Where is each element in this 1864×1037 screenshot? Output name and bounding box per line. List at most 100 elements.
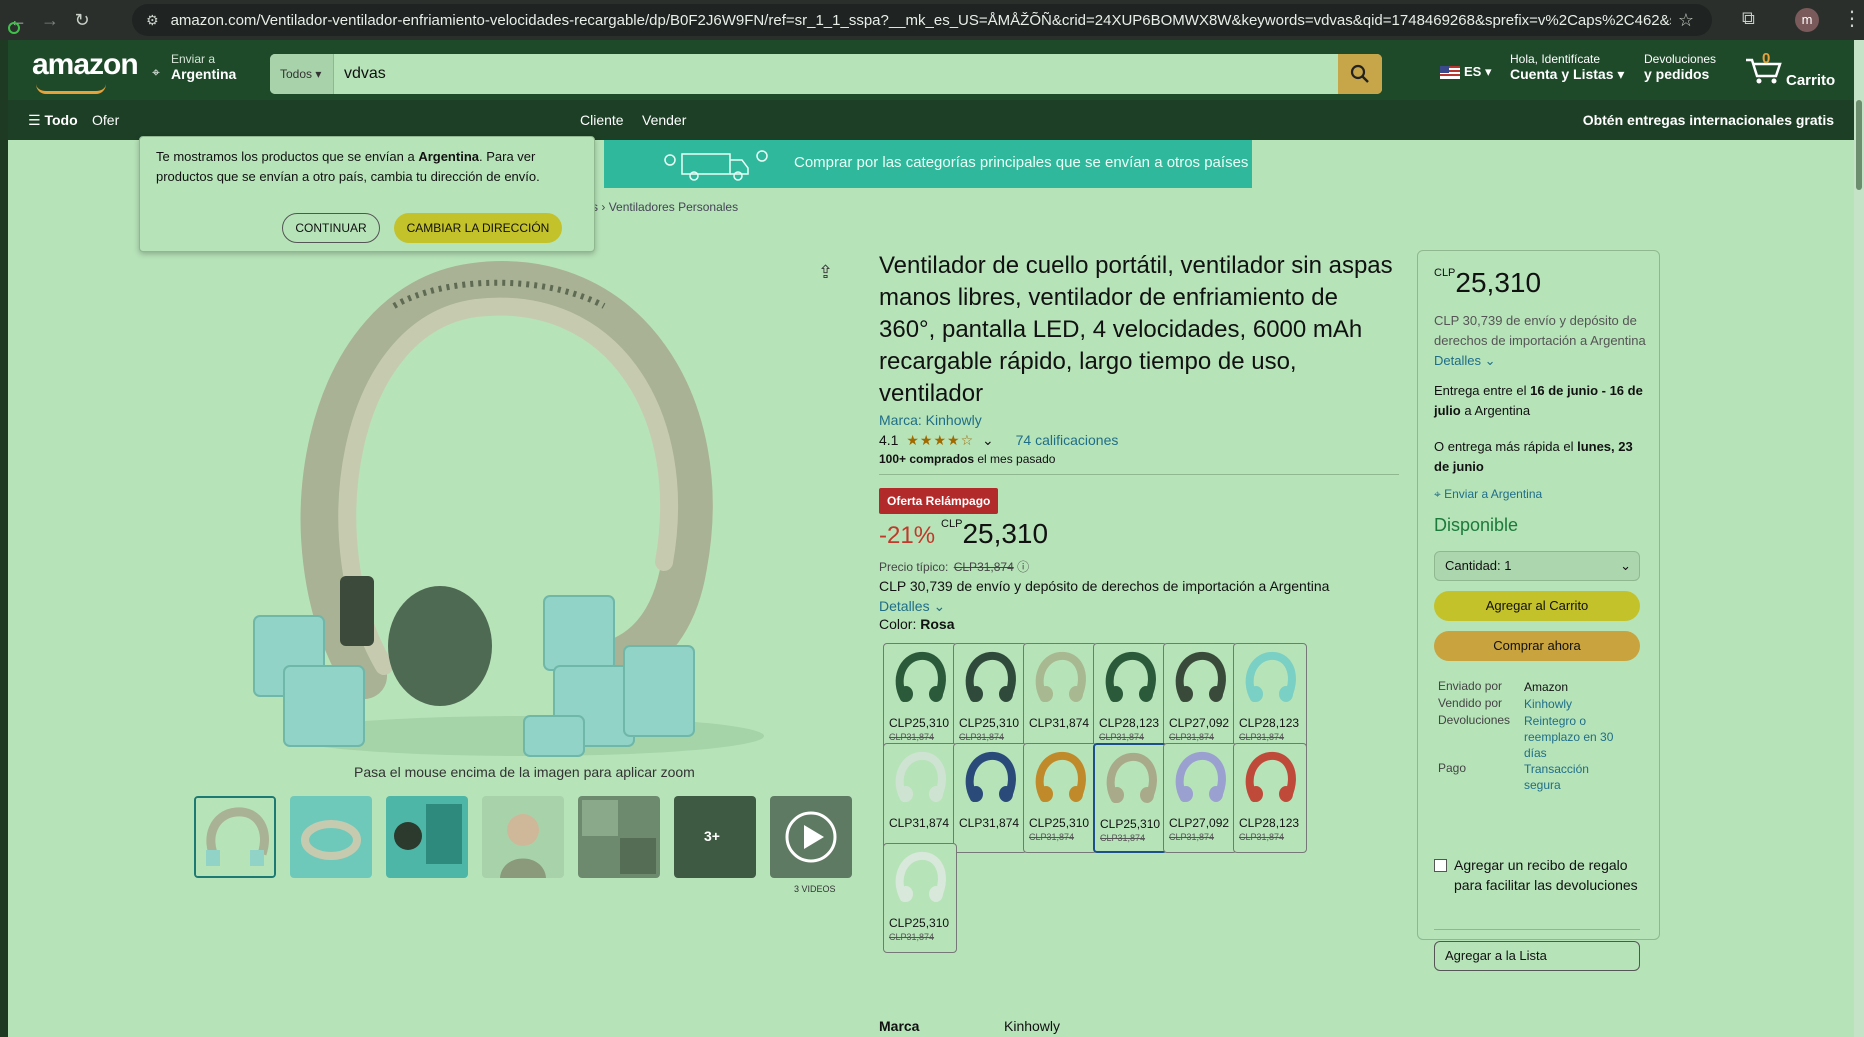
gift-receipt-checkbox[interactable]: [1434, 859, 1447, 872]
swatch-fan-icon: [965, 751, 1016, 802]
swatch-price: CLP25,310: [889, 716, 950, 730]
profile-avatar[interactable]: m: [1795, 8, 1819, 32]
swatch-fan-icon: [1106, 752, 1157, 803]
us-flag-icon: [1440, 66, 1460, 80]
share-icon[interactable]: ⇪: [818, 262, 833, 283]
color-swatch[interactable]: CLP28,123 CLP31,874: [1233, 643, 1307, 753]
thumbnail-more[interactable]: 3+: [674, 796, 756, 878]
returns-label: Devoluciones: [1644, 52, 1717, 66]
browser-menu-icon[interactable]: ⋮: [1842, 6, 1862, 31]
color-swatch[interactable]: CLP25,310 CLP31,874: [883, 643, 957, 753]
swatch-fan-icon: [965, 651, 1016, 702]
scrollbar-thumb[interactable]: [1856, 100, 1862, 190]
brand-link[interactable]: Marca: Kinhowly: [879, 412, 982, 428]
swatch-price: CLP25,310: [1100, 817, 1161, 831]
shipping-details-link[interactable]: Detalles ⌄: [879, 598, 945, 614]
returns-row: Devoluciones Reintegro o reemplazo en 30 …: [1438, 713, 1613, 760]
search-button[interactable]: [1338, 54, 1382, 94]
shipping-info: CLP 30,739 de envío y depósito de derech…: [879, 576, 1399, 616]
thumbnail-video[interactable]: [770, 796, 852, 878]
forward-icon[interactable]: →: [36, 6, 64, 34]
browser-toolbar: ← → ↻ ⚙ amazon.com/Ventilador-ventilador…: [0, 0, 1864, 40]
site-info-icon[interactable]: ⚙: [146, 12, 159, 29]
color-swatch[interactable]: CLP28,123 CLP31,874: [1093, 643, 1167, 753]
amazon-logo[interactable]: amazon: [32, 48, 139, 94]
thumbnail-4[interactable]: [482, 796, 564, 878]
color-swatch[interactable]: CLP31,874: [1023, 643, 1097, 753]
nav-item-offers[interactable]: Ofer: [92, 112, 119, 128]
bookmark-star-icon[interactable]: ☆: [1678, 10, 1694, 31]
returns-policy-link[interactable]: Reintegro o reemplazo en 30 días: [1524, 713, 1614, 761]
sold-by-link[interactable]: Kinhowly: [1524, 696, 1614, 712]
thumbnail-5[interactable]: [578, 796, 660, 878]
search-category-select[interactable]: Todos ▾: [270, 54, 334, 94]
color-swatch[interactable]: CLP25,310 CLP31,874: [953, 643, 1027, 753]
color-swatch[interactable]: CLP31,874: [883, 743, 957, 853]
color-swatch[interactable]: CLP28,123 CLP31,874: [1233, 743, 1307, 853]
thumbnail-2[interactable]: [290, 796, 372, 878]
buybox-amount: 25,310: [1455, 267, 1542, 298]
more-images-count: 3+: [704, 828, 720, 844]
product-main-image[interactable]: [244, 246, 804, 770]
availability: Disponible: [1434, 515, 1519, 535]
fast-delivery-prefix: O entrega más rápida el: [1434, 439, 1578, 454]
payment-link[interactable]: Transacción segura: [1524, 761, 1614, 793]
swatch-fan-icon: [895, 851, 946, 902]
extensions-icon[interactable]: ⧉: [1742, 8, 1755, 29]
add-to-cart-button[interactable]: Agregar al Carrito: [1434, 591, 1640, 621]
all-menu-button[interactable]: ☰ Todo: [28, 112, 78, 129]
account-lists[interactable]: Hola, Identifícate Cuenta y Listas ▾: [1510, 52, 1624, 83]
chevron-down-icon[interactable]: ⌄: [982, 432, 994, 448]
search-input[interactable]: [334, 54, 1324, 94]
international-categories-banner[interactable]: Comprar por las categorías principales q…: [604, 140, 1252, 188]
details-label: Detalles: [879, 598, 930, 614]
shipped-by-value: Amazon: [1524, 680, 1569, 694]
nav-item-sell[interactable]: Vender: [642, 112, 686, 128]
rating-count-link[interactable]: 74 calificaciones: [1016, 432, 1119, 448]
divider: [879, 474, 1399, 475]
color-swatch[interactable]: CLP31,874: [953, 743, 1027, 853]
swatch-price: CLP25,310: [889, 916, 950, 930]
swatch-fan-icon: [1035, 651, 1086, 702]
buybox-details-link[interactable]: Detalles ⌄: [1434, 353, 1495, 368]
typical-price-label: Precio típico:: [879, 560, 949, 574]
page-scrollbar[interactable]: [1854, 40, 1864, 1037]
spec-label-brand: Marca: [879, 1018, 920, 1034]
buybox-shipping-text: CLP 30,739 de envío y depósito de derech…: [1434, 313, 1646, 348]
thumbnail-3[interactable]: [386, 796, 468, 878]
change-address-button[interactable]: CAMBIAR LA DIRECCIÓN: [394, 213, 562, 243]
gift-receipt-label: Agregar un recibo de regalo para facilit…: [1454, 857, 1638, 893]
url-text: amazon.com/Ventilador-ventilador-enfriam…: [170, 11, 1671, 29]
color-swatch[interactable]: CLP27,092 CLP31,874: [1163, 743, 1237, 853]
color-swatch[interactable]: CLP27,092 CLP31,874: [1163, 643, 1237, 753]
buy-now-button[interactable]: Comprar ahora: [1434, 631, 1640, 661]
continue-button[interactable]: CONTINUAR: [282, 213, 380, 243]
info-icon[interactable]: ⓘ: [1017, 560, 1029, 574]
swatch-price: CLP25,310: [959, 716, 1020, 730]
language-selector[interactable]: ES ▾: [1440, 64, 1491, 80]
sub-navigation: ☰ Todo Ofer Cliente Vender Obtén entrega…: [8, 100, 1854, 140]
add-to-list-button[interactable]: Agregar a la Lista: [1434, 941, 1640, 971]
reload-icon[interactable]: ↻: [68, 6, 96, 34]
color-swatch[interactable]: CLP25,310 CLP31,874: [1023, 743, 1097, 853]
quantity-select[interactable]: Cantidad: 1 ⌄: [1434, 551, 1640, 581]
color-swatch[interactable]: CLP25,310 CLP31,874: [883, 843, 957, 953]
breadcrumb-current[interactable]: Ventiladores Personales: [609, 200, 738, 214]
bought-period: el mes pasado: [974, 452, 1056, 466]
deliver-to[interactable]: ⌖ Enviar a Argentina: [152, 52, 236, 82]
color-swatch[interactable]: CLP25,310 CLP31,874: [1093, 743, 1167, 853]
thumbnail-1[interactable]: [194, 796, 276, 878]
nav-item-customer-service[interactable]: Cliente: [580, 112, 624, 128]
location-pin-icon: ⌖: [152, 64, 160, 80]
shipped-by-label: Enviado por: [1438, 679, 1503, 693]
videos-count-label: 3 VIDEOS: [794, 884, 836, 894]
address-bar[interactable]: ⚙ amazon.com/Ventilador-ventilador-enfri…: [132, 4, 1712, 36]
rating-stars-icon[interactable]: ★★★★☆: [906, 432, 974, 448]
returns-orders[interactable]: Devoluciones y pedidos: [1644, 52, 1716, 82]
language-label: ES: [1464, 64, 1482, 79]
account-label: Cuenta y Listas ▾: [1510, 66, 1625, 82]
deliver-to-label: Enviar a: [171, 52, 216, 66]
ship-to-link[interactable]: ⌖ Enviar a Argentina: [1434, 487, 1542, 502]
nav-international-promo[interactable]: Obtén entregas internacionales gratis: [1583, 112, 1834, 128]
breadcrumb: s › Ventiladores Personales: [592, 200, 738, 214]
